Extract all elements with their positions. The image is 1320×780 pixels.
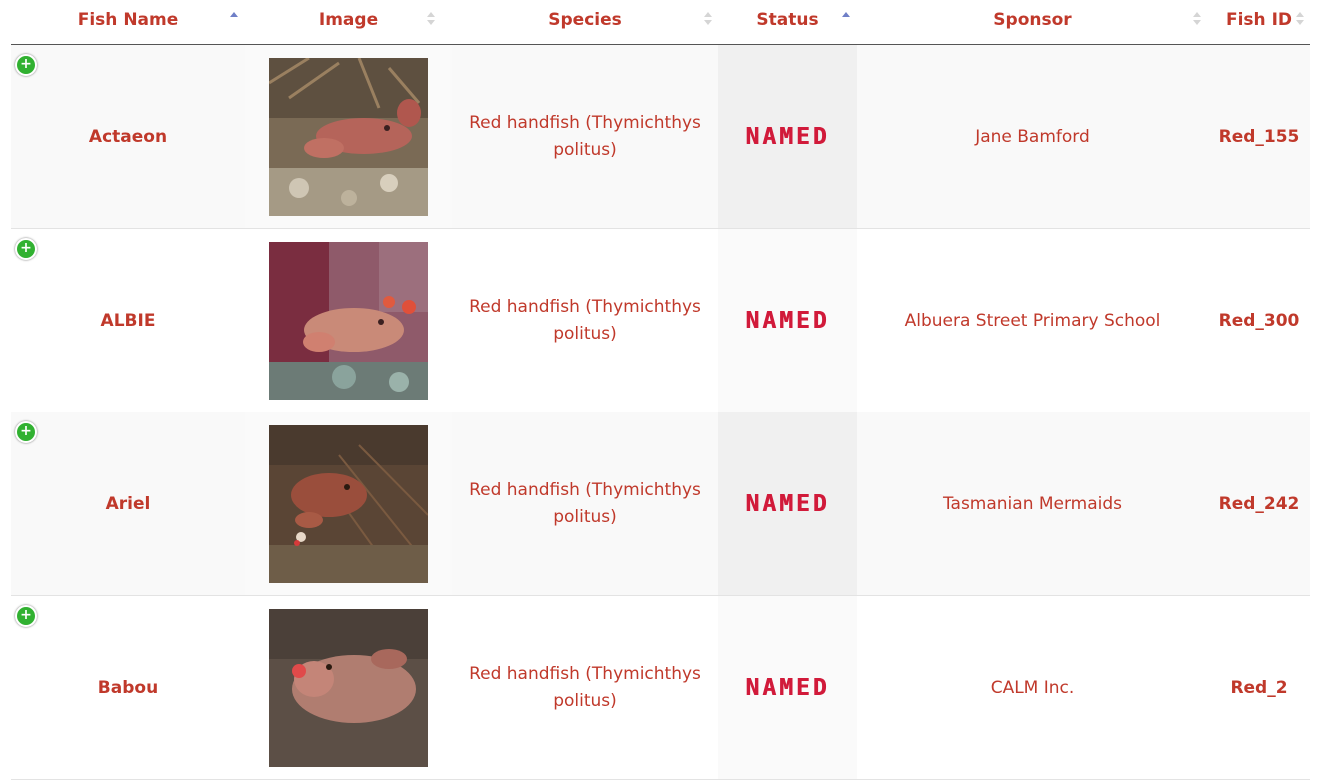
status-label: NAMED xyxy=(745,307,830,334)
fish-id: Red_155 xyxy=(1218,126,1300,147)
status-label: NAMED xyxy=(745,674,830,701)
expand-row-button[interactable]: + xyxy=(15,54,37,76)
header-species[interactable]: Species xyxy=(452,0,718,44)
species: Red handfish (Thymichthys politus) xyxy=(469,296,701,344)
sponsor: Jane Bamford xyxy=(975,126,1090,147)
fish-id: Red_2 xyxy=(1230,677,1288,698)
header-fish-name[interactable]: Fish Name xyxy=(11,0,245,44)
species: Red handfish (Thymichthys politus) xyxy=(469,663,701,711)
sponsor: Tasmanian Mermaids xyxy=(942,493,1123,514)
header-status[interactable]: Status xyxy=(718,0,857,44)
table-row: + ALBIE Red handfish (Thymichthys politu… xyxy=(11,229,1310,413)
sort-icon xyxy=(1296,9,1306,29)
fish-image-cell xyxy=(245,412,452,595)
red-handfish-photo[interactable] xyxy=(269,57,428,216)
header-image[interactable]: Image xyxy=(245,0,452,44)
expand-row-button[interactable]: + xyxy=(15,605,37,627)
header-label: Species xyxy=(548,10,622,30)
header-label: Sponsor xyxy=(993,10,1072,30)
fish-id: Red_300 xyxy=(1218,310,1300,331)
sort-ascending-icon xyxy=(842,9,852,29)
header-fish-id[interactable]: Fish ID xyxy=(1208,0,1310,44)
sort-icon xyxy=(427,9,437,29)
species: Red handfish (Thymichthys politus) xyxy=(469,479,701,527)
header-label: Status xyxy=(756,10,819,30)
sort-icon xyxy=(704,9,714,29)
header-label: Fish Name xyxy=(77,10,179,30)
sort-icon xyxy=(1193,9,1203,29)
status-stamp: NAMED xyxy=(718,45,857,228)
table-row: + Babou Red handfish (Thymichthys politu… xyxy=(11,596,1310,780)
status-label: NAMED xyxy=(745,123,830,150)
header-label: Fish ID xyxy=(1225,10,1293,30)
fish-image-cell xyxy=(245,596,452,779)
expand-row-button[interactable]: + xyxy=(15,238,37,260)
fish-image-cell xyxy=(245,45,452,228)
fish-table: Fish Name Image Species Status Sponsor F… xyxy=(11,0,1310,780)
status-stamp: NAMED xyxy=(718,229,857,412)
table-row: + Actaeon Red handfish (Thymichthys poli… xyxy=(11,45,1310,229)
fish-id: Red_242 xyxy=(1218,493,1300,514)
sponsor: CALM Inc. xyxy=(990,677,1075,698)
sort-ascending-icon xyxy=(230,9,240,29)
species: Red handfish (Thymichthys politus) xyxy=(469,112,701,160)
red-handfish-photo[interactable] xyxy=(269,241,428,400)
fish-image-cell xyxy=(245,229,452,412)
status-stamp: NAMED xyxy=(718,596,857,779)
fish-name: Actaeon xyxy=(88,126,168,147)
fish-name: ALBIE xyxy=(100,310,156,331)
status-stamp: NAMED xyxy=(718,412,857,595)
red-handfish-photo[interactable] xyxy=(269,608,428,767)
expand-row-button[interactable]: + xyxy=(15,421,37,443)
red-handfish-photo[interactable] xyxy=(269,424,428,583)
table-header: Fish Name Image Species Status Sponsor F… xyxy=(11,0,1310,45)
table-row: + Ariel Red handfish (Thymichthys politu… xyxy=(11,412,1310,596)
fish-name: Ariel xyxy=(105,493,151,514)
fish-name: Babou xyxy=(97,677,159,698)
header-sponsor[interactable]: Sponsor xyxy=(857,0,1208,44)
status-label: NAMED xyxy=(745,490,830,517)
sponsor: Albuera Street Primary School xyxy=(904,310,1161,331)
header-label: Image xyxy=(318,10,379,30)
